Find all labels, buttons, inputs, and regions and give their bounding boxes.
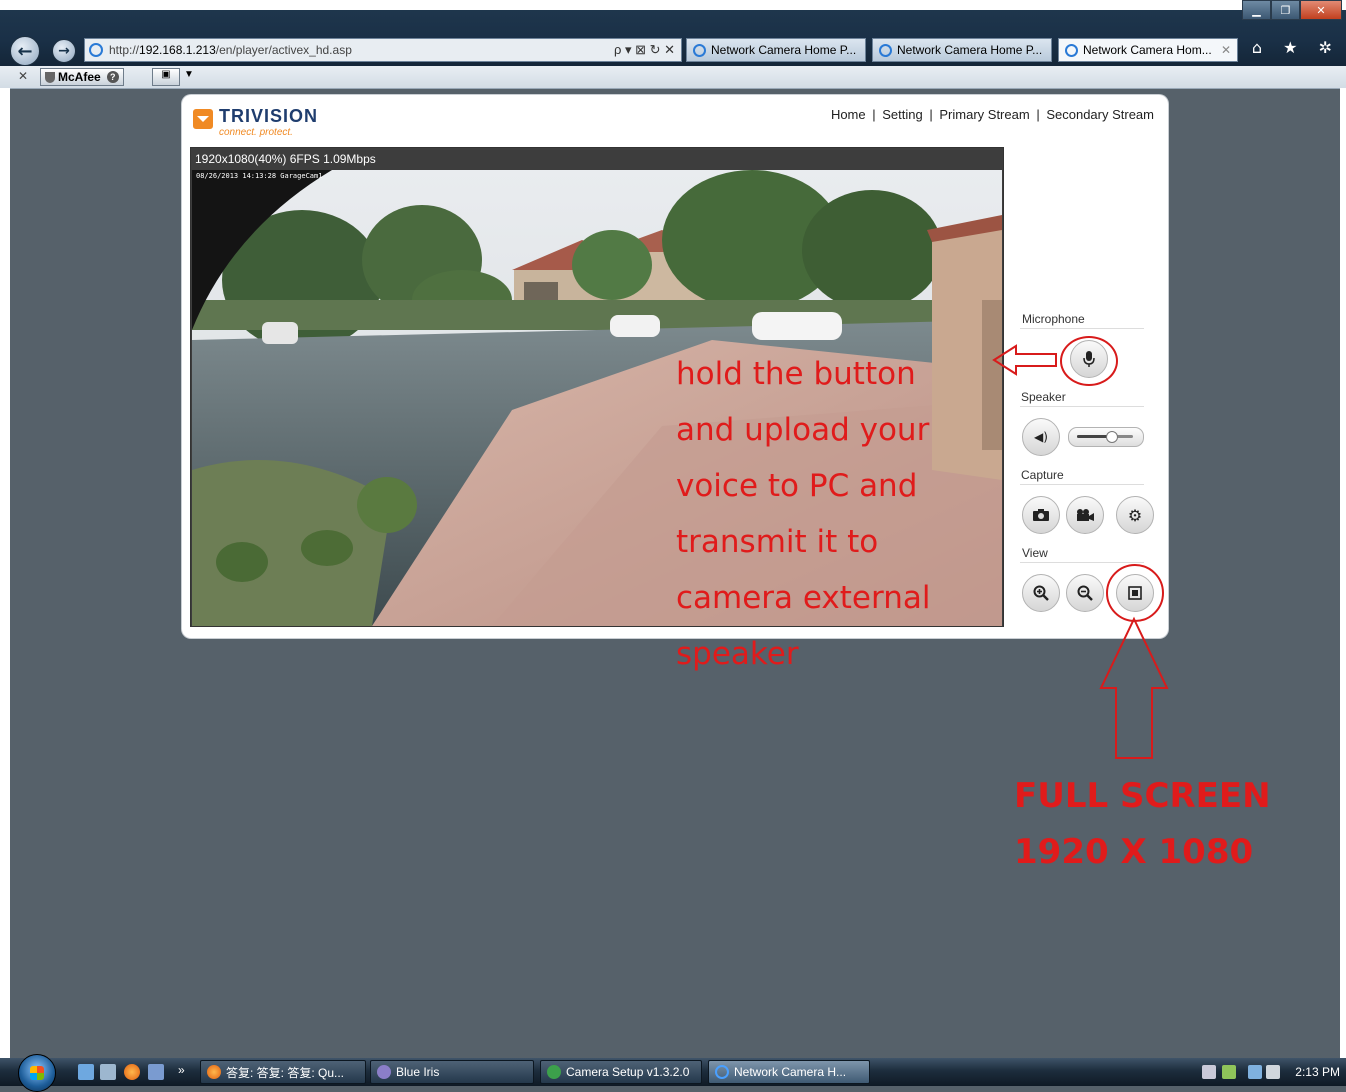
address-tools-icons[interactable]: ρ ▾ ⊠ ↻ ✕ <box>614 42 675 58</box>
taskbar-item-camera-setup[interactable]: Camera Setup v1.3.2.0 <box>540 1060 702 1084</box>
ie-tab-icon <box>1065 43 1078 57</box>
fullscreen-annotation-line1: FULL SCREEN <box>1014 776 1271 816</box>
microphone-highlight-circle <box>1060 336 1118 386</box>
speaker-volume-slider[interactable] <box>1068 427 1144 447</box>
fullscreen-highlight-circle <box>1106 564 1164 622</box>
nav-secondary-stream-link[interactable]: Secondary Stream <box>1046 107 1154 122</box>
up-arrow-icon <box>1099 616 1169 759</box>
zoom-out-icon <box>1077 585 1093 601</box>
microphone-label: Microphone <box>1022 312 1085 326</box>
help-icon: ? <box>106 71 119 83</box>
zoom-out-button[interactable] <box>1066 574 1104 612</box>
minimize-button[interactable]: ▁ <box>1242 0 1271 20</box>
tab-close-icon[interactable]: ✕ <box>1221 43 1231 57</box>
zoom-in-button[interactable] <box>1022 574 1060 612</box>
url-path: /en/player/activex_hd.asp <box>215 43 352 57</box>
tab-label: Network Camera Hom... <box>1083 43 1212 57</box>
nav-home-link[interactable]: Home <box>831 107 866 122</box>
dropdown-arrow-icon[interactable]: ▼ <box>184 69 194 80</box>
command-bar: ✕ McAfee ? ▣ ▼ <box>0 66 1346 89</box>
url-prefix: http:// <box>109 43 140 57</box>
blue-iris-icon <box>377 1065 391 1079</box>
gear-icon: ⚙ <box>1127 505 1143 525</box>
stream-info: 1920x1080(40%) 6FPS 1.09Mbps <box>195 152 376 166</box>
left-arrow-icon <box>992 344 1057 376</box>
browser-tab-active[interactable]: Network Camera Hom... ✕ <box>1058 38 1238 62</box>
address-bar[interactable]: http://192.168.1.213/en/player/activex_h… <box>84 38 682 62</box>
mcafee-tray-icon[interactable] <box>1202 1065 1216 1079</box>
capture-label: Capture <box>1021 468 1064 482</box>
speaker-icon: ◀) <box>1034 430 1048 444</box>
tab-label: Network Camera Home P... <box>711 43 857 57</box>
ie-tab-icon <box>879 43 892 57</box>
snapshot-button[interactable] <box>1022 496 1060 534</box>
firefox-icon <box>207 1065 221 1079</box>
taskbar-item-email[interactable]: 答复: 答复: 答复: Qu... <box>200 1060 366 1084</box>
nav-setting-link[interactable]: Setting <box>882 107 922 122</box>
logo-mark-icon <box>193 109 213 129</box>
brand-name: TRIVISION <box>219 106 319 126</box>
volume-icon[interactable] <box>1266 1065 1280 1079</box>
browser-title-bar: ▁ ❐ ✕ ← → http://192.168.1.213/en/player… <box>0 0 1346 66</box>
maximize-button[interactable]: ❐ <box>1271 0 1300 20</box>
ie-page-icon <box>89 43 103 57</box>
system-clock[interactable]: 2:13 PM <box>1295 1065 1340 1079</box>
taskbar-item-network-camera[interactable]: Network Camera H... <box>708 1060 870 1084</box>
camera-timestamp: 08/26/2013 14:13:28 GarageCam1 <box>196 172 323 180</box>
close-button[interactable]: ✕ <box>1300 0 1342 20</box>
window-controls: ▁ ❐ ✕ <box>1242 0 1342 20</box>
show-desktop-icon[interactable] <box>78 1064 94 1080</box>
quicklaunch-overflow[interactable]: » <box>178 1063 185 1077</box>
video-camera-icon <box>1077 509 1094 521</box>
firefox-icon[interactable] <box>124 1064 140 1080</box>
shield-icon <box>45 71 55 83</box>
top-navigation: Home | Setting | Primary Stream | Second… <box>830 107 1154 122</box>
camera-setup-icon <box>547 1065 561 1079</box>
share-icon[interactable]: ▣ <box>152 68 180 86</box>
network-icon[interactable] <box>1248 1065 1262 1079</box>
mcafee-label: McAfee <box>58 70 101 84</box>
url-host: 192.168.1.213 <box>139 43 216 57</box>
windows-taskbar: » 答复: 答复: 答复: Qu... Blue Iris Camera Set… <box>0 1054 1346 1092</box>
camera-icon <box>1033 509 1049 521</box>
forward-button[interactable]: → <box>52 39 76 63</box>
view-label: View <box>1022 546 1048 560</box>
record-video-button[interactable] <box>1066 496 1104 534</box>
nav-primary-stream-link[interactable]: Primary Stream <box>939 107 1029 122</box>
tray-icon[interactable] <box>1222 1065 1236 1079</box>
capture-settings-button[interactable]: ⚙ <box>1116 496 1154 534</box>
back-button[interactable]: ← <box>10 36 40 66</box>
browser-tab[interactable]: Network Camera Home P... <box>686 38 866 62</box>
switch-windows-icon[interactable] <box>100 1064 116 1080</box>
taskbar-item-blue-iris[interactable]: Blue Iris <box>370 1060 534 1084</box>
mcafee-button[interactable]: McAfee ? <box>40 68 124 86</box>
speaker-button[interactable]: ◀) <box>1022 418 1060 456</box>
zoom-in-icon <box>1033 585 1049 601</box>
fullscreen-annotation: FULL SCREEN 1920 X 1080 <box>1014 768 1271 880</box>
browser-tab[interactable]: Network Camera Home P... <box>872 38 1052 62</box>
home-favorites-tools-icons[interactable]: ⌂ ★ ✲ <box>1252 38 1340 57</box>
close-toolbar-icon[interactable]: ✕ <box>18 69 28 83</box>
ie-tab-icon <box>693 43 706 57</box>
speaker-label: Speaker <box>1021 390 1066 404</box>
microphone-instruction-annotation: hold the button and upload your voice to… <box>676 356 931 672</box>
fullscreen-annotation-line2: 1920 X 1080 <box>1014 832 1254 872</box>
computer-icon[interactable] <box>148 1064 164 1080</box>
ie-icon <box>715 1065 729 1079</box>
volume-knob[interactable] <box>1105 431 1118 443</box>
brand-tagline: connect. protect. <box>219 127 293 138</box>
tab-label: Network Camera Home P... <box>897 43 1043 57</box>
start-button[interactable] <box>18 1054 56 1092</box>
